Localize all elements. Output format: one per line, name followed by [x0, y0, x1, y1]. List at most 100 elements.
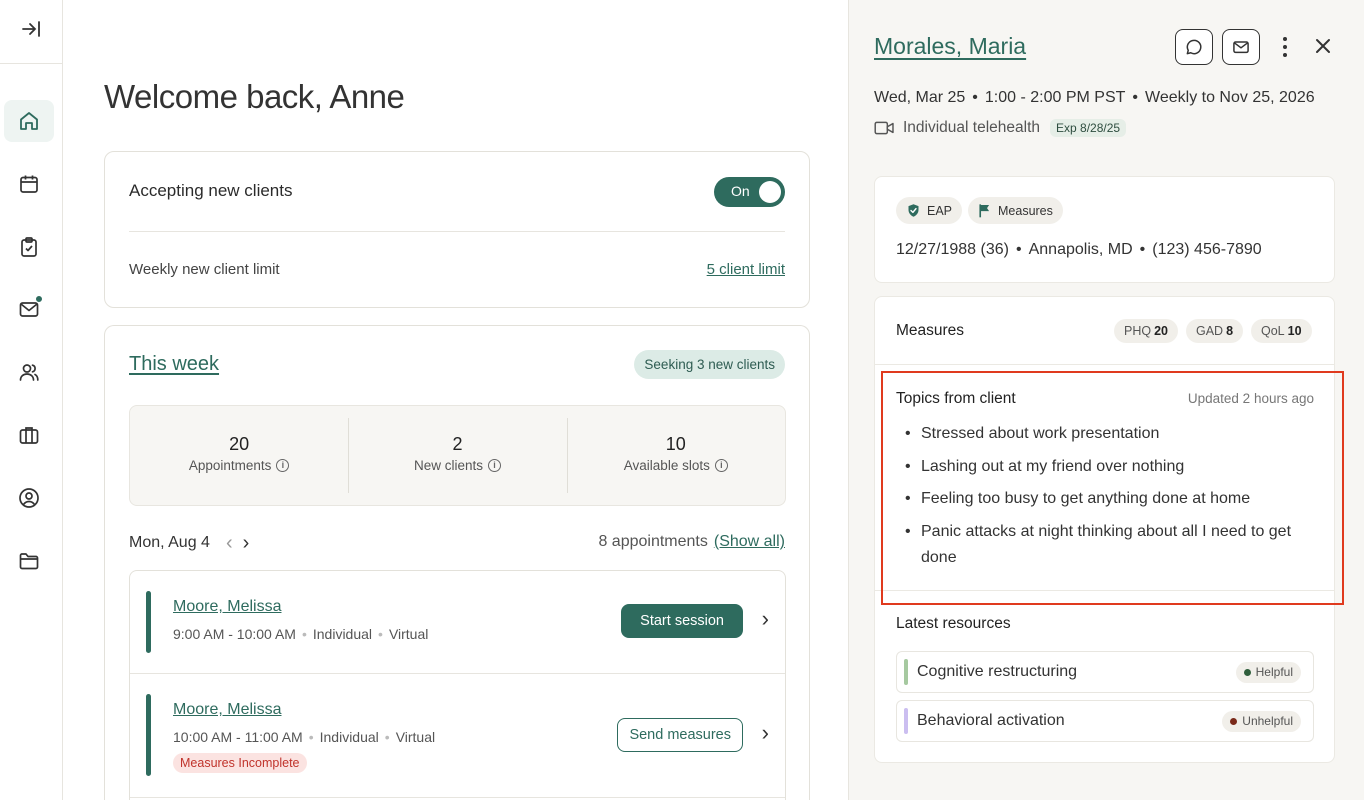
toggle-label: On	[731, 183, 750, 199]
this-week-card: This week Seeking 3 new clients 20 Appoi…	[104, 325, 810, 800]
users-icon	[19, 364, 39, 381]
list-item: Stressed about work presentation	[896, 421, 1316, 447]
chip-label: EAP	[927, 203, 953, 218]
video-camera-icon	[874, 121, 894, 135]
user-circle-icon	[19, 488, 39, 508]
collapse-sidebar-icon[interactable]	[19, 17, 43, 46]
nav-item-home[interactable]	[4, 100, 54, 142]
current-date: Mon, Aug 4	[129, 534, 210, 551]
page-title: Welcome back, Anne	[104, 78, 405, 115]
session-time: 1:00 - 2:00 PM PST	[984, 89, 1126, 106]
stat-label: Appointments	[188, 458, 272, 473]
appointment-bar	[146, 694, 151, 776]
resource-label: Cognitive restructuring	[917, 663, 1078, 680]
clipboard-check-icon	[21, 237, 37, 257]
topics-title: Topics from client	[896, 390, 1016, 407]
status-label: Unhelpful	[1242, 714, 1293, 728]
stat-new-clients: 2 New clients i	[348, 406, 566, 505]
stat-value: 20	[229, 434, 250, 454]
accepting-clients-title: Accepting new clients	[129, 181, 293, 200]
send-measures-button[interactable]: Send measures	[617, 718, 743, 752]
nav-item-clients[interactable]	[4, 351, 54, 393]
resource-color-bar	[904, 708, 908, 734]
divider	[130, 797, 785, 798]
start-session-button[interactable]: Start session	[621, 604, 743, 638]
qol-score-chip[interactable]: QoL 10	[1251, 319, 1312, 343]
info-icon[interactable]: i	[276, 459, 290, 472]
accepting-clients-toggle[interactable]: On	[714, 177, 785, 207]
stat-appointments: 20 Appointments i	[130, 406, 348, 505]
client-phone: (123) 456-7890	[1152, 241, 1262, 258]
rail-header	[0, 0, 62, 64]
score-label: GAD	[1196, 324, 1224, 338]
show-all-link[interactable]: (Show all)	[714, 533, 785, 550]
score-label: PHQ	[1124, 324, 1152, 338]
resources-title: Latest resources	[896, 615, 1011, 632]
accepting-clients-card: Accepting new clients On Weekly new clie…	[104, 151, 810, 308]
appointment-mode: Virtual	[388, 626, 429, 642]
chat-icon	[1186, 39, 1202, 55]
eap-chip: EAP	[896, 197, 963, 224]
appointments-summary: 8 appointments (Show all)	[598, 533, 785, 551]
appointment-meta: 10:00 AM - 11:00 AM • Individual • Virtual	[173, 729, 436, 745]
appointment-client-name[interactable]: Moore, Melissa	[173, 701, 281, 719]
nav-rail	[0, 0, 63, 800]
score-label: QoL	[1261, 324, 1285, 338]
appointment-row[interactable]: Moore, Melissa 10:00 AM - 11:00 AM • Indiv…	[130, 674, 785, 800]
nav-item-messages[interactable]	[4, 288, 54, 330]
chevron-right-icon[interactable]: ›	[243, 533, 250, 553]
week-stats: 20 Appointments i 2 New clients i 10 Avail…	[129, 405, 786, 506]
nav-item-profile[interactable]	[4, 477, 54, 519]
appointment-bar	[146, 591, 151, 653]
chevron-left-icon[interactable]: ‹	[226, 533, 233, 553]
phq-score-chip[interactable]: PHQ 20	[1114, 319, 1178, 343]
resource-label: Behavioral activation	[917, 712, 1065, 729]
status-label: Helpful	[1255, 665, 1293, 679]
this-week-link[interactable]: This week	[129, 353, 219, 376]
weekly-limit-label: Weekly new client limit	[129, 261, 280, 278]
resource-color-bar	[904, 659, 908, 685]
email-button[interactable]	[1222, 29, 1260, 65]
appointment-time: 10:00 AM - 11:00 AM	[173, 729, 303, 745]
session-details: Wed, Mar 25 • 1:00 - 2:00 PM PST • Weekly to…	[874, 89, 1315, 106]
nav-item-calendar[interactable]	[4, 163, 54, 205]
divider	[129, 231, 785, 232]
mail-icon	[1233, 41, 1249, 54]
client-info-card: EAP Measures 12/27/1988 (36) • Annapolis, …	[874, 176, 1335, 283]
stat-label: New clients	[413, 458, 483, 473]
client-location: Annapolis, MD	[1028, 241, 1133, 258]
session-recurrence: Weekly to Nov 25, 2026	[1145, 89, 1315, 106]
client-name-link[interactable]: Morales, Maria	[874, 33, 1026, 60]
main-content: Welcome back, Anne Accepting new clients…	[63, 0, 848, 800]
session-date: Wed, Mar 25	[874, 89, 966, 106]
appointment-client-name[interactable]: Moore, Melissa	[173, 598, 281, 616]
chat-button[interactable]	[1175, 29, 1213, 65]
appointment-row[interactable]: Moore, Melissa 9:00 AM - 10:00 AM • Indivi…	[130, 571, 785, 673]
client-limit-link[interactable]: 5 client limit	[707, 261, 785, 278]
nav-item-files[interactable]	[4, 540, 54, 582]
topics-list: Stressed about work presentation Lashing…	[896, 421, 1316, 577]
gad-score-chip[interactable]: GAD 8	[1186, 319, 1244, 343]
stat-value: 2	[452, 434, 463, 454]
resource-status-badge: Helpful	[1235, 662, 1301, 683]
resource-status-badge: Unhelpful	[1222, 711, 1301, 732]
measures-card: Measures PHQ 20 GAD 8 QoL 10 Topics from cl…	[874, 296, 1335, 763]
close-icon[interactable]	[1311, 34, 1335, 58]
nav-item-business[interactable]	[4, 414, 54, 456]
calendar-icon	[20, 175, 38, 193]
info-icon[interactable]: i	[714, 459, 728, 472]
resource-item[interactable]: Behavioral activation Unhelpful	[896, 700, 1314, 742]
expiration-badge: Exp 8/28/25	[1050, 119, 1127, 137]
appointment-type: Individual	[319, 729, 379, 745]
resource-item[interactable]: Cognitive restructuring Helpful	[896, 651, 1314, 693]
stat-value: 10	[665, 434, 686, 454]
chip-label: Measures	[998, 203, 1053, 218]
score-value: 8	[1226, 324, 1234, 338]
session-type: Individual telehealth	[903, 119, 1041, 136]
chevron-right-icon[interactable]: ›	[762, 606, 769, 632]
stat-label-row: Appointments i	[130, 458, 348, 473]
info-icon[interactable]: i	[488, 459, 501, 472]
chevron-right-icon[interactable]: ›	[762, 720, 769, 746]
more-options-icon[interactable]	[1275, 33, 1295, 61]
nav-item-tasks[interactable]	[4, 226, 54, 268]
